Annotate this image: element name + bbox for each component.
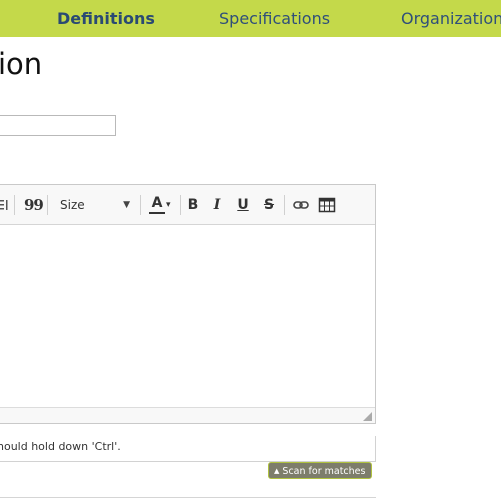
divider bbox=[0, 497, 376, 498]
blockquote-button[interactable]: 99 bbox=[24, 195, 44, 215]
bold-button[interactable]: B bbox=[186, 195, 200, 215]
name-input[interactable] bbox=[0, 115, 116, 136]
nav-item-organization[interactable]: Organization bbox=[401, 0, 501, 37]
font-size-select[interactable]: Size ▼ bbox=[60, 195, 132, 215]
editor-toolbar: 99 Size ▼ A ▾ B I U S bbox=[0, 185, 375, 225]
editor-resize-bar bbox=[0, 407, 375, 423]
help-text: hould hold down 'Ctrl'. bbox=[0, 440, 121, 453]
strikethrough-button[interactable]: S bbox=[262, 195, 276, 215]
top-navigation-bar: Definitions Specifications Organization bbox=[0, 0, 501, 37]
italic-button[interactable]: I bbox=[210, 195, 224, 215]
link-icon[interactable] bbox=[293, 195, 309, 215]
toolbar-separator bbox=[47, 195, 48, 215]
toolbar-separator bbox=[140, 195, 141, 215]
toolbar-separator bbox=[14, 195, 15, 215]
up-triangle-icon: ▲ bbox=[274, 467, 280, 475]
toolbar-separator bbox=[284, 195, 285, 215]
chevron-down-icon: ▾ bbox=[166, 200, 171, 210]
font-color-icon: A bbox=[149, 195, 165, 214]
table-icon[interactable] bbox=[318, 195, 336, 215]
editor-content-area[interactable] bbox=[0, 225, 375, 408]
underline-button[interactable]: U bbox=[236, 195, 250, 215]
nav-item-specifications[interactable]: Specifications bbox=[219, 0, 330, 37]
scan-for-matches-button[interactable]: ▲ Scan for matches bbox=[268, 462, 373, 479]
text-color-button[interactable]: A ▾ bbox=[149, 195, 175, 215]
nav-item-definitions[interactable]: Definitions bbox=[57, 0, 155, 37]
indent-icon[interactable] bbox=[0, 195, 8, 215]
help-text-box: hould hold down 'Ctrl'. bbox=[0, 436, 376, 462]
toolbar-separator bbox=[180, 195, 181, 215]
rich-text-editor: 99 Size ▼ A ▾ B I U S bbox=[0, 184, 376, 424]
chevron-down-icon: ▼ bbox=[123, 200, 130, 210]
page-title: ion bbox=[0, 47, 43, 81]
resize-handle-icon[interactable] bbox=[363, 412, 372, 421]
font-size-label: Size bbox=[60, 198, 85, 212]
scan-button-label: Scan for matches bbox=[282, 466, 366, 477]
